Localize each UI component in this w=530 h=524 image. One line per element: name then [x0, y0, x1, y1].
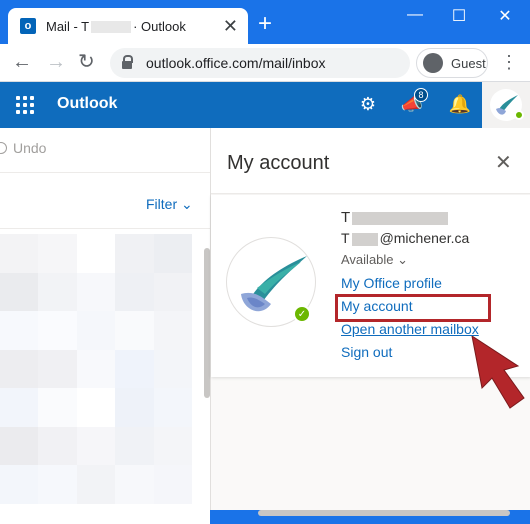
- app-launcher-icon[interactable]: [16, 96, 34, 114]
- back-arrow-icon[interactable]: ←: [12, 52, 32, 72]
- account-avatar-button[interactable]: [482, 82, 530, 128]
- close-icon[interactable]: ✕: [495, 150, 512, 175]
- bell-icon[interactable]: 🔔: [448, 92, 472, 116]
- chevron-down-icon: ⌄: [397, 252, 409, 267]
- filter-button[interactable]: Filter ⌄: [146, 196, 193, 213]
- profile-button[interactable]: Guest: [416, 48, 488, 78]
- presence-status-icon: [514, 110, 524, 120]
- my-account-panel: My account ✕ ✓ T T @michener.ca Available…: [210, 128, 530, 510]
- highlight-box: [335, 294, 491, 322]
- outlook-brand[interactable]: Outlook: [57, 95, 117, 113]
- window-close-icon[interactable]: ✕: [490, 6, 520, 26]
- forward-arrow-icon[interactable]: →: [46, 52, 66, 72]
- browser-titlebar: o Mail - T · Outlook ✕ + — ☐ ✕: [0, 0, 530, 44]
- browser-toolbar: ← → ↻ outlook.office.com/mail/inbox Gues…: [0, 44, 530, 82]
- presence-status-dropdown[interactable]: Available ⌄: [341, 252, 408, 268]
- url-text: outlook.office.com/mail/inbox: [146, 55, 326, 71]
- browser-tab[interactable]: o Mail - T · Outlook ✕: [8, 8, 248, 44]
- browser-menu-icon[interactable]: ⋮: [500, 52, 518, 73]
- outlook-header: Outlook ⚙ 📣 8 🔔: [0, 82, 530, 128]
- maximize-icon[interactable]: ☐: [444, 6, 474, 26]
- annotation-arrow-icon: [471, 336, 525, 409]
- chevron-down-icon: ⌄: [181, 196, 193, 212]
- filter-label: Filter: [146, 196, 178, 212]
- close-tab-icon[interactable]: ✕: [223, 16, 238, 37]
- tab-title: Mail - T · Outlook: [46, 18, 186, 34]
- lock-icon: [122, 55, 133, 69]
- sign-out-link[interactable]: Sign out: [341, 344, 392, 360]
- message-list-pane: Undo Filter ⌄: [0, 128, 210, 524]
- divider: [0, 172, 210, 173]
- open-another-mailbox-link[interactable]: Open another mailbox: [341, 321, 479, 337]
- settings-gear-icon[interactable]: ⚙: [356, 92, 380, 116]
- outlook-app-icon: o: [20, 18, 36, 34]
- undo-label: Undo: [13, 140, 47, 156]
- horizontal-scrollbar[interactable]: [258, 510, 510, 516]
- office-profile-link[interactable]: My Office profile: [341, 275, 442, 291]
- address-bar[interactable]: outlook.office.com/mail/inbox: [110, 48, 410, 78]
- reload-icon[interactable]: ↻: [78, 52, 95, 72]
- account-name: T: [341, 209, 450, 226]
- profile-avatar-icon: [423, 53, 443, 73]
- minimize-icon[interactable]: —: [400, 6, 430, 24]
- profile-label: Guest: [451, 55, 486, 71]
- panel-header: My account ✕: [211, 128, 530, 194]
- divider: [0, 228, 210, 229]
- account-email: T @michener.ca: [341, 230, 470, 246]
- blurred-message-list: [0, 234, 192, 504]
- new-tab-icon[interactable]: +: [258, 12, 272, 36]
- panel-title: My account: [227, 152, 330, 174]
- undo-button[interactable]: Undo: [0, 140, 46, 156]
- presence-check-icon: ✓: [293, 305, 311, 323]
- presence-status-label: Available: [341, 252, 394, 267]
- undo-icon: [0, 142, 7, 154]
- notification-badge: 8: [414, 88, 428, 102]
